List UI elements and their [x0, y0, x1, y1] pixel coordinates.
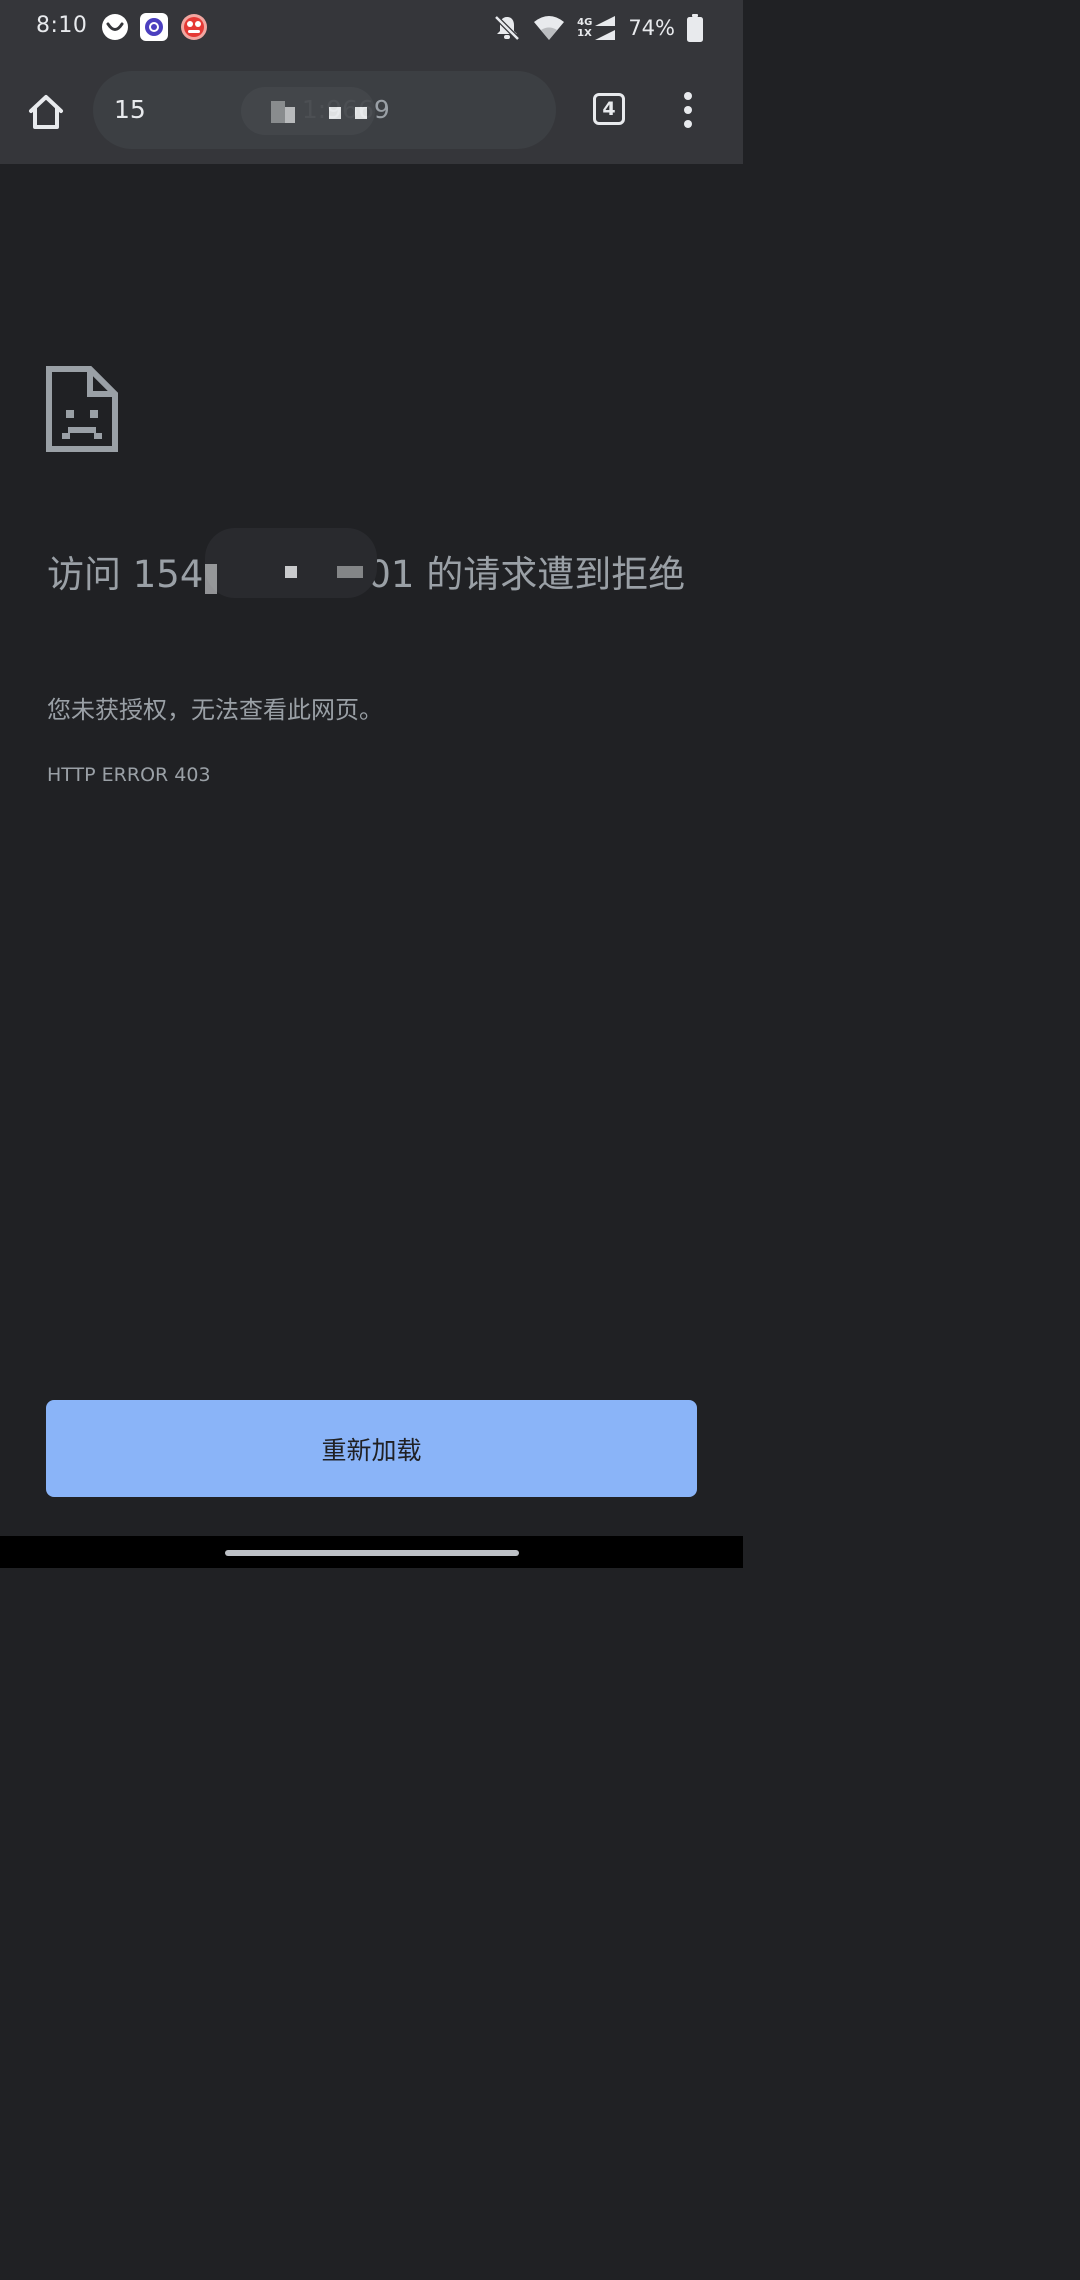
error-description: 您未获授权，无法查看此网页。: [47, 696, 383, 724]
status-bar: 8:10 4G 1X 74%: [0, 0, 743, 56]
status-time: 8:10: [36, 13, 88, 38]
network-type-top: 4G: [577, 17, 593, 28]
network-type: 4G 1X: [577, 17, 592, 39]
battery-percent: 74%: [628, 16, 675, 40]
battery-icon: [687, 14, 703, 42]
url-redaction-blur: [241, 87, 375, 135]
menu-dot-icon: [684, 106, 692, 114]
smiley-app-icon: [102, 14, 128, 40]
error-code: HTTP ERROR 403: [47, 764, 211, 786]
home-button[interactable]: [22, 88, 70, 136]
url-host-prefix: 15: [114, 95, 146, 124]
address-bar[interactable]: 15 1:9669: [93, 71, 556, 149]
cell-signal-icon: [595, 16, 616, 40]
system-nav-bar: [0, 1536, 743, 1568]
browser-app-icon: [140, 13, 168, 41]
menu-dot-icon: [684, 92, 692, 100]
network-type-bottom: 1X: [577, 28, 592, 39]
sad-page-icon: [46, 366, 118, 452]
error-heading-prefix: 访问 154: [47, 553, 204, 596]
browser-toolbar: 15 1:9669 4: [0, 56, 743, 164]
status-indicators: 4G 1X 74%: [493, 12, 703, 44]
wifi-icon: [534, 16, 565, 40]
reload-button[interactable]: 重新加载: [46, 1400, 697, 1497]
gesture-handle[interactable]: [225, 1550, 519, 1556]
tab-switcher-button[interactable]: 4: [593, 93, 625, 125]
error-heading-suffix: 01 的请求遭到拒绝: [367, 553, 686, 596]
home-icon: [29, 95, 63, 129]
heading-redaction-blur: [205, 528, 377, 598]
overflow-menu-button[interactable]: [672, 92, 704, 128]
menu-dot-icon: [684, 120, 692, 128]
bell-muted-icon: [494, 15, 520, 41]
red-app-icon: [181, 14, 207, 40]
